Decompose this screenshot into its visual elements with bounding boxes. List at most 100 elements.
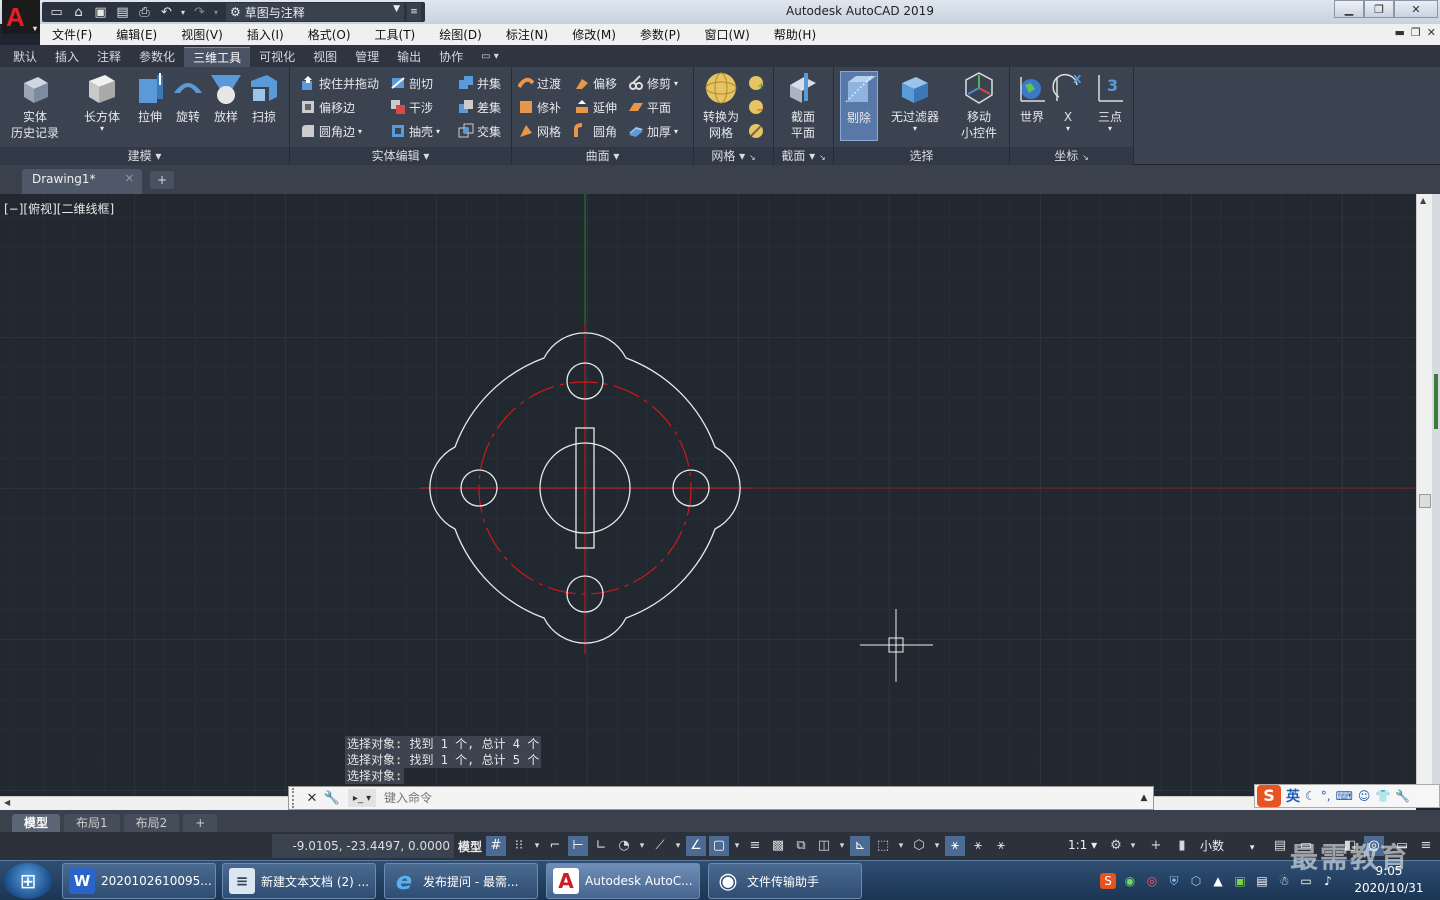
ime-language-toggle[interactable]: 英 xyxy=(1286,786,1300,806)
command-input[interactable] xyxy=(376,788,1135,808)
x-rotate-ucs-button[interactable]: X X ▾ xyxy=(1050,71,1086,133)
mesh-smooth-more-button[interactable]: + xyxy=(748,73,764,93)
taskbar-item-ie[interactable]: e 发布提问 - 最需... xyxy=(384,863,538,899)
menu-tools[interactable]: 工具(T) xyxy=(363,26,428,43)
application-menu-button[interactable]: A ▾ xyxy=(2,0,40,34)
isometric-icon[interactable]: ⟋ xyxy=(650,836,670,856)
dynamic-ucs-icon[interactable]: ⊾ xyxy=(850,836,870,856)
infer-constraints-icon[interactable]: ⌐ xyxy=(545,836,565,856)
taskbar-item-autocad[interactable]: A Autodesk AutoC... xyxy=(546,863,700,899)
union-button[interactable]: 并集 xyxy=(458,73,501,93)
command-history-toggle-icon[interactable]: ▲ xyxy=(1135,793,1153,803)
start-button[interactable]: ⊞ xyxy=(4,863,52,899)
grid-icon[interactable]: # xyxy=(486,836,506,856)
units-icon[interactable]: ▮ xyxy=(1172,836,1192,856)
culling-button[interactable]: 剔除 xyxy=(840,71,878,141)
doc-restore-icon[interactable]: ❐ xyxy=(1411,26,1421,39)
doc-minimize-icon[interactable]: ▬ xyxy=(1395,26,1405,39)
new-drawing-tab-button[interactable]: + xyxy=(150,171,174,189)
tab-model[interactable]: 模型 xyxy=(12,814,61,832)
offset-edge-button[interactable]: 偏移边 xyxy=(300,97,355,117)
press-pull-button[interactable]: 按住并拖动 xyxy=(300,73,379,93)
extrude-button[interactable]: 拉伸 xyxy=(132,71,168,125)
3d-object-snap-icon[interactable]: ◫ xyxy=(814,836,834,856)
convert-to-mesh-button[interactable]: 转换为 网格 xyxy=(698,71,744,141)
loft-button[interactable]: 放样 xyxy=(208,71,244,125)
mesh-smooth-less-button[interactable]: − xyxy=(748,97,764,117)
selection-filter-icon[interactable]: ⬚ xyxy=(873,836,893,856)
ortho-icon[interactable]: ∟ xyxy=(591,836,611,856)
save-icon[interactable]: ▣ xyxy=(90,3,111,21)
redo-dropdown-icon[interactable]: ▾ xyxy=(211,3,221,21)
revolve-button[interactable]: 旋转 xyxy=(170,71,206,125)
tab-layout2[interactable]: 布局2 xyxy=(123,814,180,832)
selection-cycling-icon[interactable]: ⧉ xyxy=(791,836,811,856)
coordinate-readout[interactable]: -9.0105, -23.4497, 0.0000 xyxy=(272,834,454,858)
thicken-button[interactable]: 加厚 ▾ xyxy=(628,121,678,141)
maximize-button[interactable]: ❐ xyxy=(1364,0,1394,18)
chevron-down-icon[interactable]: ▾ xyxy=(637,836,647,856)
vertical-scrollbar[interactable]: ▲ xyxy=(1416,194,1432,796)
chevron-down-icon[interactable]: ▾ xyxy=(532,836,542,856)
customization-icon[interactable]: ≡ xyxy=(1416,836,1436,856)
gizmo-icon[interactable]: ⬡ xyxy=(909,836,929,856)
print-icon[interactable]: ⎙ xyxy=(134,3,155,21)
chevron-down-icon[interactable]: ▾ xyxy=(732,836,742,856)
extend-button[interactable]: 延伸 xyxy=(574,97,617,117)
interfere-button[interactable]: 干涉 xyxy=(390,97,433,117)
lineweight-icon[interactable]: ≡ xyxy=(745,836,765,856)
panel-title-solid-editing[interactable]: 实体编辑 ▾ xyxy=(290,147,511,165)
security-tray-icon[interactable]: ⛨ xyxy=(1166,873,1182,889)
chevron-down-icon[interactable]: ▾ xyxy=(896,836,906,856)
panel-title-selection[interactable]: 选择 xyxy=(834,147,1009,165)
object-snap-icon[interactable]: ▢ xyxy=(709,836,729,856)
trim-button[interactable]: 修剪 ▾ xyxy=(628,73,678,93)
wechat-tray-icon[interactable]: ◉ xyxy=(1122,873,1138,889)
close-icon[interactable]: ✕ xyxy=(125,172,134,185)
keyboard-icon[interactable]: ⌨ xyxy=(1336,789,1353,803)
customize-qat-button[interactable]: ≡ xyxy=(407,3,421,21)
menu-edit[interactable]: 编辑(E) xyxy=(104,26,169,43)
weibo-tray-icon[interactable]: ◎ xyxy=(1144,873,1160,889)
tab-parametric[interactable]: 参数化 xyxy=(130,47,184,67)
tab-view[interactable]: 视图 xyxy=(304,47,346,67)
network-button[interactable]: 网格 xyxy=(518,121,561,141)
gear-icon[interactable]: ⚙ xyxy=(1106,836,1126,856)
chevron-down-icon[interactable]: ▾ xyxy=(932,836,942,856)
panel-title-mesh[interactable]: 网格 ▾ ↘ xyxy=(694,147,773,165)
no-filter-button[interactable]: 无过滤器 ▾ xyxy=(886,71,944,133)
menu-parametric[interactable]: 参数(P) xyxy=(628,26,693,43)
network-tray-icon[interactable]: ▤ xyxy=(1254,873,1270,889)
autodesk-tray-icon[interactable]: ▲ xyxy=(1210,873,1226,889)
tab-output[interactable]: 输出 xyxy=(388,47,430,67)
open-folder-icon[interactable]: ⌂ xyxy=(68,3,89,21)
undo-dropdown-icon[interactable]: ▾ xyxy=(178,3,188,21)
fillet-surface-button[interactable]: 圆角 xyxy=(574,121,617,141)
menu-help[interactable]: 帮助(H) xyxy=(762,26,828,43)
chevron-down-icon[interactable]: ▾ xyxy=(673,836,683,856)
tab-annotate[interactable]: 注释 xyxy=(88,47,130,67)
panel-title-modeling[interactable]: 建模 ▾ xyxy=(0,147,289,165)
add-layout-button[interactable]: + xyxy=(183,814,218,832)
transparency-icon[interactable]: ▩ xyxy=(768,836,788,856)
menu-dimension[interactable]: 标注(N) xyxy=(494,26,560,43)
dynamic-input-icon[interactable]: ⊢ xyxy=(568,836,588,856)
slice-button[interactable]: 剖切 xyxy=(390,73,433,93)
section-plane-button[interactable]: 截面 平面 xyxy=(780,71,826,141)
sogou-tray-icon[interactable]: S xyxy=(1100,873,1116,889)
taskbar-item-wechat[interactable]: ◉ 文件传输助手 xyxy=(708,863,862,899)
quick-properties-icon[interactable]: ▤ xyxy=(1270,836,1290,856)
tab-insert[interactable]: 插入 xyxy=(46,47,88,67)
sweep-button[interactable]: 扫掠 xyxy=(246,71,282,125)
snap-icon[interactable]: ⁝⁝ xyxy=(509,836,529,856)
tab-collaborate[interactable]: 协作 xyxy=(430,47,472,67)
annotation-scale-icon[interactable]: ⚹ xyxy=(991,836,1011,856)
tab-layout1[interactable]: 布局1 xyxy=(64,814,120,832)
tab-visualize[interactable]: 可视化 xyxy=(250,47,304,67)
tab-manage[interactable]: 管理 xyxy=(346,47,388,67)
planar-button[interactable]: 平面 xyxy=(628,97,671,117)
subtract-button[interactable]: 差集 xyxy=(458,97,501,117)
mesh-crease-button[interactable] xyxy=(748,121,764,141)
wrench-icon[interactable]: 🔧 xyxy=(322,791,342,806)
annotation-scale-selector[interactable]: 1:1 ▾ xyxy=(1068,838,1097,852)
